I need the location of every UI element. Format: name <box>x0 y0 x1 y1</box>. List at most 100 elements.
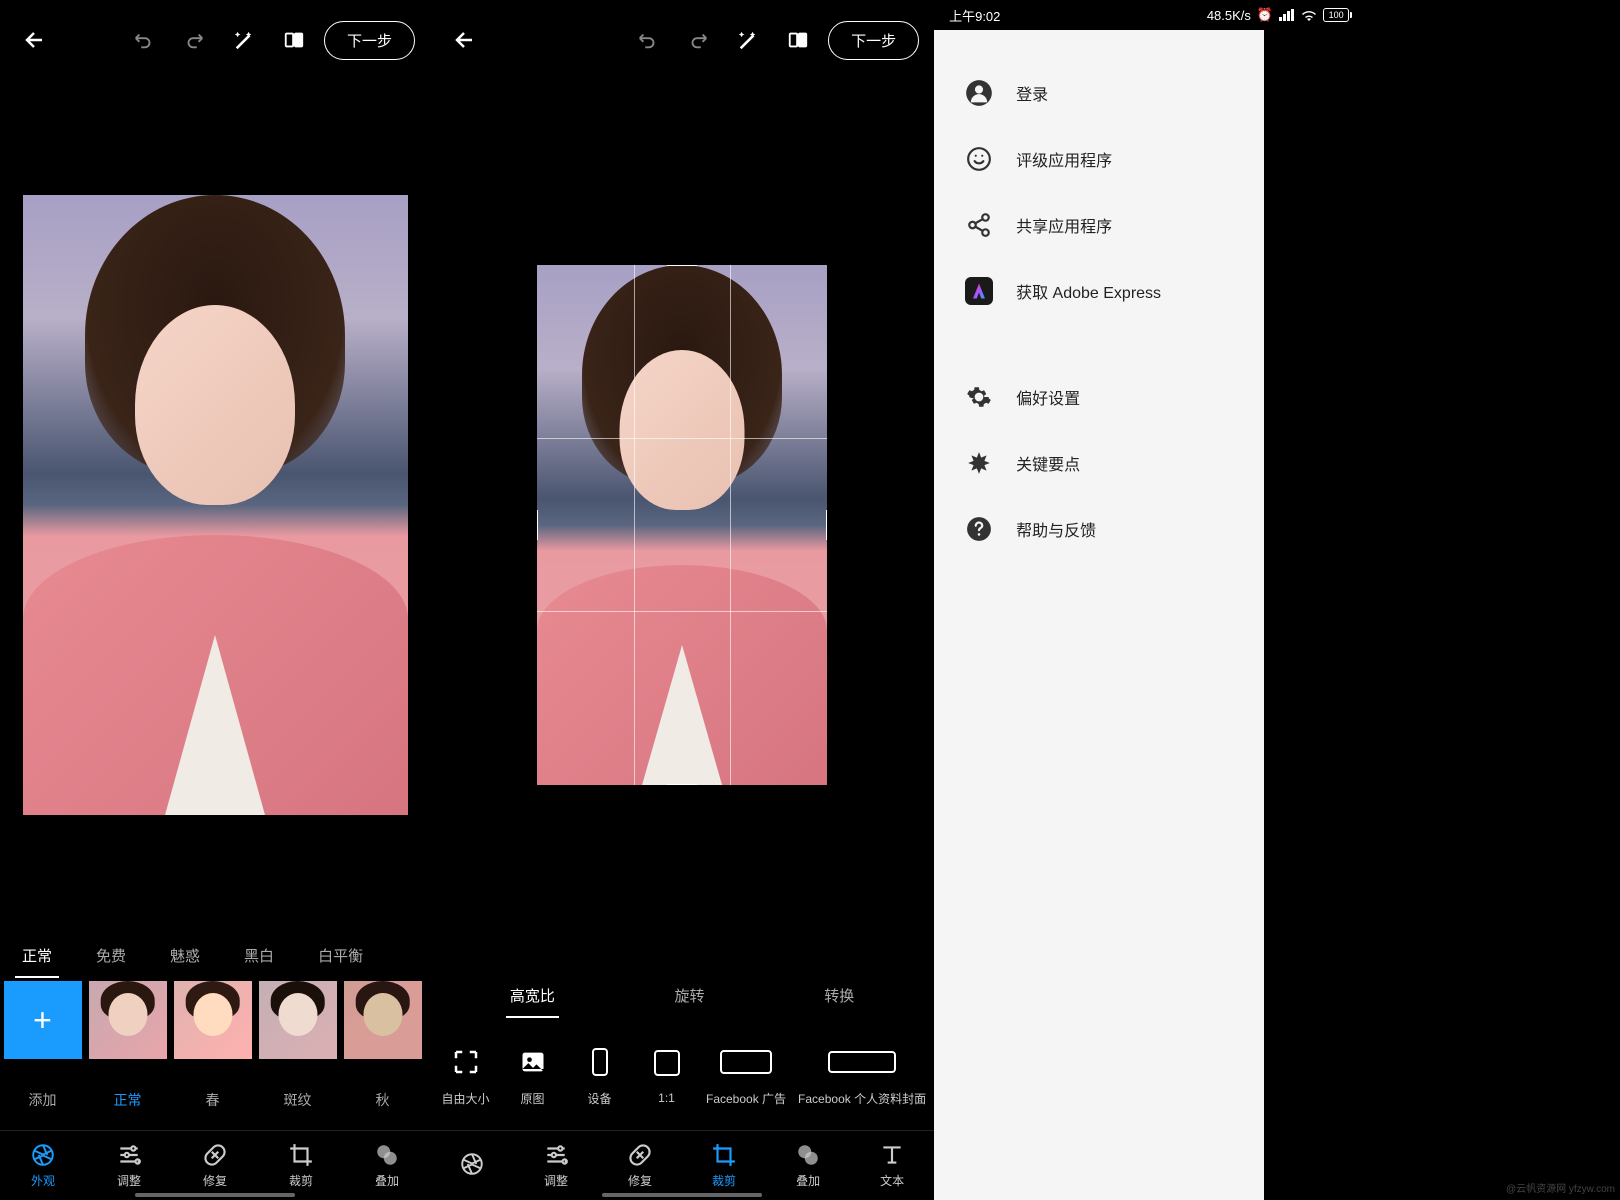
square-icon <box>654 1045 680 1081</box>
editor-panel-looks: 下一步 正常免费魅惑黑白白平衡 + 添加正常春斑纹秋 外观调整修复裁剪叠加 <box>0 0 430 1200</box>
crop-tab-0[interactable]: 高宽比 <box>488 985 577 1006</box>
thumb-warm[interactable] <box>170 980 255 1060</box>
back-button[interactable] <box>15 20 55 60</box>
nav-crop[interactable]: 裁剪 <box>682 1131 766 1200</box>
original-icon <box>519 1044 547 1080</box>
heal-icon <box>627 1142 653 1168</box>
person-icon <box>964 78 994 108</box>
battery-icon: 100 <box>1323 8 1349 22</box>
thumb-normal[interactable] <box>85 980 170 1060</box>
adobe-icon <box>964 276 994 306</box>
sliders-icon <box>116 1142 142 1168</box>
menu-share[interactable]: 共享应用程序 <box>934 192 1264 258</box>
looks-tab-bar: 正常免费魅惑黑白白平衡 <box>0 930 430 980</box>
alarm-icon: ⏰ <box>1257 7 1273 23</box>
ratio-free[interactable]: 自由大小 <box>438 1044 493 1107</box>
menu-adobe[interactable]: 获取 Adobe Express <box>934 258 1264 324</box>
nav-crop[interactable]: 裁剪 <box>258 1131 344 1200</box>
crop-grid[interactable] <box>537 265 827 785</box>
ratio-device[interactable]: 设备 <box>572 1044 627 1107</box>
overlay-icon <box>374 1142 400 1168</box>
overlay-icon <box>795 1142 821 1168</box>
looks-tab-1[interactable]: 免费 <box>74 945 148 966</box>
gear-icon <box>964 382 994 412</box>
crop-tab-bar: 高宽比 旋转 转换 <box>430 970 934 1020</box>
compare-button[interactable] <box>778 20 818 60</box>
home-indicator[interactable] <box>602 1193 762 1197</box>
wider-icon <box>828 1044 896 1080</box>
free-icon <box>451 1044 481 1080</box>
nav-sliders[interactable]: 调整 <box>514 1131 598 1200</box>
ratio-wider[interactable]: Facebook 个人资料封面 <box>798 1044 926 1107</box>
photo-crop-preview[interactable] <box>537 265 827 785</box>
photo-preview <box>23 195 408 815</box>
home-indicator[interactable] <box>135 1193 295 1197</box>
next-step-button[interactable]: 下一步 <box>324 21 415 60</box>
looks-tab-3[interactable]: 黑白 <box>222 945 296 966</box>
canvas[interactable] <box>0 80 430 930</box>
looks-thumbnails: + <box>0 980 430 1090</box>
nav-overlay[interactable]: 叠加 <box>766 1131 850 1200</box>
auto-enhance-button[interactable] <box>728 20 768 60</box>
nav-heal[interactable]: 修复 <box>598 1131 682 1200</box>
sliders-icon <box>543 1142 569 1168</box>
redo-button[interactable] <box>174 20 214 60</box>
status-bar: 上午9:02 48.5K/s ⏰ 100 <box>934 0 1364 30</box>
menu-burst[interactable]: 关键要点 <box>934 430 1264 496</box>
aspect-ratio-row: 自由大小原图设备1:1Facebook 广告Facebook 个人资料封面 <box>430 1020 934 1130</box>
aperture-icon <box>30 1142 56 1168</box>
device-icon <box>592 1044 608 1080</box>
looks-tab-0[interactable]: 正常 <box>0 945 74 966</box>
watermark: @云帆资源网 yfzyw.com <box>1506 1180 1615 1195</box>
menu-help[interactable]: 帮助与反馈 <box>934 496 1264 562</box>
thumb-label-1: 正常 <box>85 1090 170 1130</box>
canvas[interactable] <box>430 80 934 970</box>
topbar: 下一步 <box>430 0 934 80</box>
status-speed: 48.5K/s <box>1207 8 1251 23</box>
ratio-square[interactable]: 1:1 <box>639 1045 694 1105</box>
menu-gear[interactable]: 偏好设置 <box>934 364 1264 430</box>
text-icon <box>879 1142 905 1168</box>
crop-tab-2[interactable]: 转换 <box>802 985 876 1006</box>
looks-tab-4[interactable]: 白平衡 <box>296 945 385 966</box>
undo-button[interactable] <box>124 20 164 60</box>
thumb-label-0: 添加 <box>0 1090 85 1130</box>
menu-person[interactable]: 登录 <box>934 60 1264 126</box>
menu-drawer: 登录评级应用程序共享应用程序获取 Adobe Express 偏好设置关键要点帮助… <box>934 30 1264 1200</box>
crop-tab-1[interactable]: 旋转 <box>653 985 727 1006</box>
topbar: 下一步 <box>0 0 430 80</box>
thumb-add[interactable]: + <box>0 980 85 1060</box>
thumb-label-4: 秋 <box>340 1090 425 1130</box>
nav-heal[interactable]: 修复 <box>172 1131 258 1200</box>
thumb-autumn[interactable] <box>340 980 425 1060</box>
looks-tab-2[interactable]: 魅惑 <box>148 945 222 966</box>
ratio-wide[interactable]: Facebook 广告 <box>706 1044 786 1107</box>
crop-icon <box>711 1142 737 1168</box>
aperture-icon <box>459 1151 485 1177</box>
ratio-original[interactable]: 原图 <box>505 1044 560 1107</box>
nav-overlay[interactable]: 叠加 <box>344 1131 430 1200</box>
compare-button[interactable] <box>274 20 314 60</box>
nav-sliders[interactable]: 调整 <box>86 1131 172 1200</box>
nav-aperture[interactable] <box>430 1131 514 1200</box>
back-button[interactable] <box>445 20 485 60</box>
bottom-nav: 外观调整修复裁剪叠加 <box>0 1130 430 1200</box>
nav-text[interactable]: 文本 <box>850 1131 934 1200</box>
editor-panel-crop: 下一步 高宽比 旋转 转换 自由大小原图设备1:1Facebook 广告Facebo… <box>430 0 934 1200</box>
next-step-button[interactable]: 下一步 <box>828 21 919 60</box>
settings-panel: 上午9:02 48.5K/s ⏰ 100 登录评级应用程序共享应用程序获取 Ad… <box>934 0 1364 1200</box>
heal-icon <box>202 1142 228 1168</box>
status-time: 上午9:02 <box>949 6 1000 25</box>
share-icon <box>964 210 994 240</box>
redo-button[interactable] <box>678 20 718 60</box>
menu-smile[interactable]: 评级应用程序 <box>934 126 1264 192</box>
burst-icon <box>964 448 994 478</box>
help-icon <box>964 514 994 544</box>
auto-enhance-button[interactable] <box>224 20 264 60</box>
bottom-nav: 调整修复裁剪叠加文本 <box>430 1130 934 1200</box>
smile-icon <box>964 144 994 174</box>
thumb-bw[interactable] <box>255 980 340 1060</box>
nav-aperture[interactable]: 外观 <box>0 1131 86 1200</box>
wide-icon <box>720 1044 772 1080</box>
undo-button[interactable] <box>628 20 668 60</box>
